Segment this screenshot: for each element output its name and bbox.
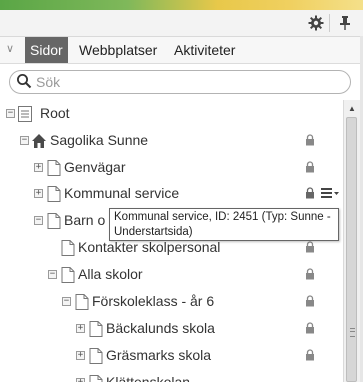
lock-icon: [306, 322, 314, 334]
scrollbar-thumb[interactable]: [346, 117, 357, 382]
list-page-icon: [18, 106, 32, 122]
page-icon: [89, 375, 103, 382]
page-icon: [47, 186, 61, 202]
collapse-toggle[interactable]: −: [62, 297, 71, 306]
expand-toggle[interactable]: +: [76, 378, 85, 382]
page-icon: [47, 213, 61, 229]
lock-icon: [306, 241, 314, 253]
tree-row-backalunds-skola[interactable]: + Bäckalunds skola: [0, 316, 343, 342]
tree-row-kommunal-service[interactable]: + Kommunal service: [0, 181, 343, 207]
tree-row-genvagar[interactable]: + Genvägar: [0, 155, 343, 181]
tab-webbplatser[interactable]: Webbplatser: [74, 37, 162, 63]
vertical-scrollbar[interactable]: ▲: [343, 100, 360, 382]
page-icon: [61, 240, 75, 256]
page-icon: [89, 321, 103, 337]
page-info-tooltip: Kommunal service, ID: 2451 (Typ: Sunne -…: [109, 208, 339, 241]
tree-item-label: Sagolika Sunne: [50, 132, 149, 148]
toolbar-divider: [329, 14, 330, 32]
collapse-toggle[interactable]: −: [20, 136, 29, 145]
tree-row-grasmarks-skola[interactable]: + Gräsmarks skola: [0, 343, 343, 369]
expand-toggle[interactable]: +: [76, 324, 85, 333]
tree-row-klattenskolan[interactable]: + Klättenskolan: [0, 370, 343, 382]
scroll-up-arrow-icon[interactable]: ▲: [348, 104, 356, 113]
tab-sidor[interactable]: Sidor: [25, 37, 68, 63]
grip-icon: [350, 328, 355, 337]
lock-icon: [306, 161, 314, 173]
top-color-strip: [0, 0, 363, 10]
expand-toggle[interactable]: +: [34, 189, 43, 198]
collapse-toggle[interactable]: −: [34, 216, 43, 225]
tooltip-line: Understartsida): [114, 226, 193, 238]
tree-item-label: Förskoleklass - år 6: [92, 293, 215, 309]
context-menu-icon[interactable]: [320, 187, 340, 199]
search-icon: [17, 74, 32, 89]
tree-item-label: Genvägar: [64, 159, 126, 175]
page-icon: [75, 294, 89, 310]
tree-item-label: Klättenskolan: [106, 374, 191, 382]
settings-button[interactable]: [304, 12, 328, 34]
page-icon: [89, 348, 103, 364]
tooltip-line: Kommunal service, ID: 2451 (Typ: Sunne -: [114, 211, 331, 223]
tree-item-label: Root: [40, 105, 70, 121]
search-box: [9, 70, 351, 94]
lock-icon: [306, 268, 314, 280]
tab-bar: ∨ Sidor Webbplatser Aktiviteter: [0, 37, 363, 64]
tree-row-sagolika-sunne[interactable]: − Sagolika Sunne: [0, 128, 343, 154]
tree-row-forskoleklass[interactable]: − Förskoleklass - år 6: [0, 289, 343, 315]
page-icon: [61, 267, 75, 283]
page-icon: [47, 160, 61, 176]
search-input[interactable]: [36, 73, 336, 91]
home-icon: [32, 134, 46, 148]
tree-item-label: Alla skolor: [78, 266, 143, 282]
lock-icon: [306, 134, 314, 146]
collapse-toggle[interactable]: −: [48, 270, 57, 279]
lock-icon: [306, 295, 314, 307]
expand-toggle[interactable]: +: [76, 351, 85, 360]
expand-toggle[interactable]: +: [34, 163, 43, 172]
tree-item-label: Gräsmarks skola: [106, 347, 212, 363]
lock-icon: [306, 349, 314, 361]
tab-aktiviteter[interactable]: Aktiviteter: [169, 37, 240, 63]
tree-item-label: Bäckalunds skola: [106, 320, 215, 336]
lock-icon: [306, 187, 314, 199]
gear-icon: [308, 15, 324, 31]
tree-row-alla-skolor[interactable]: − Alla skolor: [0, 262, 343, 288]
toolbar: [0, 10, 363, 37]
page-tree: − Root − Sagolika Sunne + Genvägar + Kom…: [0, 101, 343, 382]
collapse-toggle[interactable]: −: [6, 109, 15, 118]
tree-row-root[interactable]: − Root: [0, 101, 343, 127]
pin-button[interactable]: [333, 12, 357, 34]
tree-item-label: Barn o: [64, 212, 106, 228]
pin-icon: [340, 16, 350, 30]
chevron-down-icon[interactable]: ∨: [6, 42, 14, 55]
tree-item-label: Kommunal service: [64, 185, 180, 201]
tree-item-label: Kontakter skolpersonal: [78, 239, 221, 255]
